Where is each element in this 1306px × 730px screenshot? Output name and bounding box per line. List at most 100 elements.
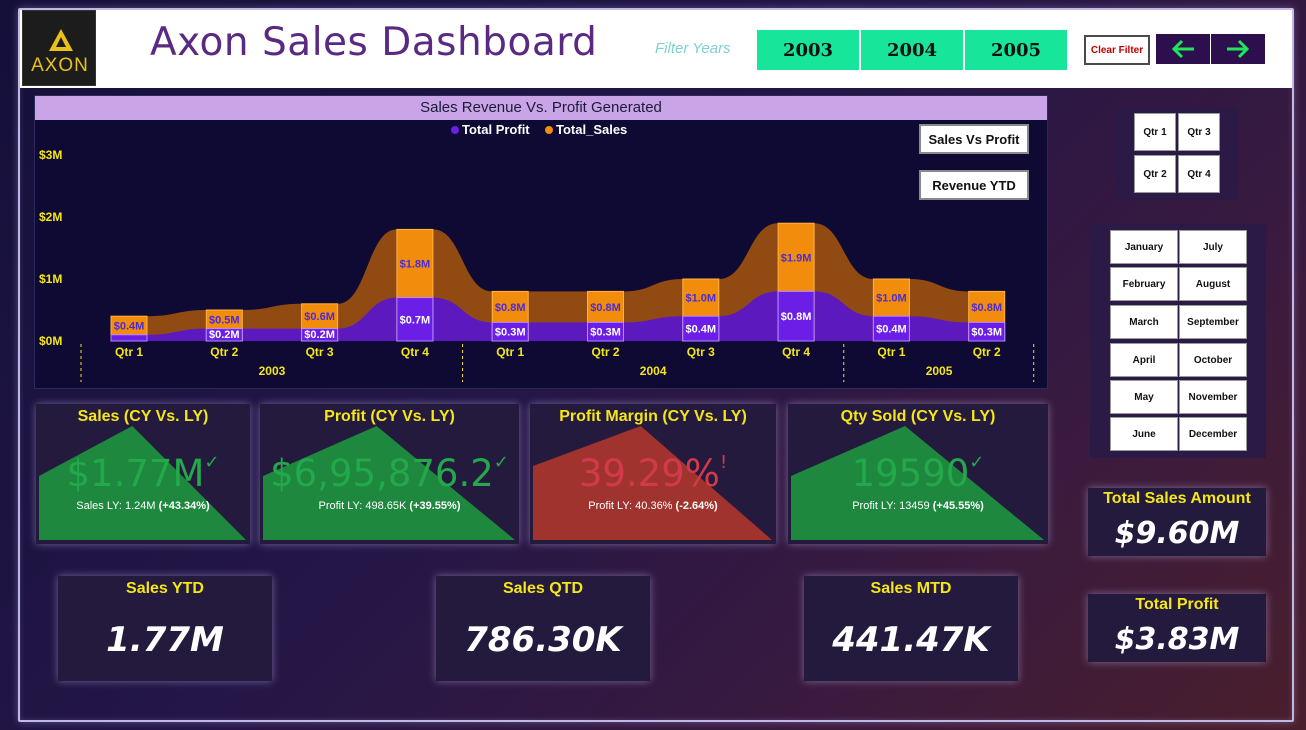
logo: AXON (22, 10, 96, 86)
filter-years-label: Filter Years (655, 40, 731, 57)
sales-data-label: $1.9M (781, 252, 812, 264)
month-slicer: January July February August March Septe… (1090, 224, 1266, 458)
sales-ytd-title: Sales YTD (126, 580, 204, 597)
x-tick-label: Qtr 3 (306, 345, 334, 359)
profit-data-label: $0.2M (209, 329, 240, 341)
legend-swatch-sales (545, 126, 553, 134)
profit-bar (110, 334, 148, 342)
kpi-value-text: $1.77M (66, 452, 205, 495)
sales-mtd-title: Sales MTD (870, 580, 952, 597)
sales-mtd-card: Sales MTD 441.47K (804, 576, 1018, 681)
arrow-right-icon (1227, 39, 1250, 59)
kpi-status-mark: ✓ (493, 452, 509, 473)
kpi-value: 19590✓ (788, 452, 1048, 495)
kpi-value: 39.29%! (530, 452, 776, 495)
total-sales-title: Total Sales Amount (1103, 490, 1251, 507)
sales-profit-chart: $0.4M Qtr 1 $0.5M $0.2M Qtr 2 $0.6M $0.2M Qtr 3… (39, 122, 1035, 382)
legend-swatch-profit (451, 126, 459, 134)
y-tick-label: $1M (39, 272, 62, 286)
kpi-comparison: Sales LY: 1.24M (+43.34%) (36, 500, 250, 512)
year-button-2003[interactable]: 2003 (757, 30, 859, 70)
x-group-label: 2005 (926, 364, 953, 378)
kpi-card: Qty Sold (CY Vs. LY) 19590✓ Profit LY: 1… (788, 404, 1048, 544)
total-profit-card: Total Profit $3.83M (1088, 594, 1266, 662)
sales-data-label: $1.8M (400, 259, 431, 271)
profit-data-label: $0.2M (304, 329, 335, 341)
nav-forward-button[interactable] (1211, 34, 1265, 64)
year-button-2005[interactable]: 2005 (965, 30, 1067, 70)
legend-label-profit: Total Profit (462, 122, 530, 137)
kpi-card: Sales (CY Vs. LY) $1.77M✓ Sales LY: 1.24… (36, 404, 250, 544)
sales-data-label: $0.8M (971, 302, 1002, 314)
month-button-april[interactable]: April (1110, 343, 1178, 377)
sales-qtd-value: 786.30K (464, 620, 622, 660)
x-tick-label: Qtr 2 (973, 345, 1001, 359)
kpi-value-text: 39.29% (578, 452, 720, 495)
x-tick-label: Qtr 2 (210, 345, 238, 359)
x-tick-label: Qtr 2 (591, 345, 619, 359)
sales-data-label: $1.0M (876, 293, 907, 305)
total-sales-value: $9.60M (1114, 516, 1240, 551)
kpi-value-text: $6,95,876.2 (270, 452, 494, 495)
profit-data-label: $0.3M (971, 327, 1002, 339)
month-button-july[interactable]: July (1179, 230, 1247, 264)
profit-data-label: $0.8M (781, 311, 812, 323)
sales-ytd-card: Sales YTD 1.77M (58, 576, 272, 681)
month-button-june[interactable]: June (1110, 417, 1178, 451)
y-tick-label: $0M (39, 334, 62, 348)
month-button-october[interactable]: October (1179, 343, 1247, 377)
kpi-status-mark: ✓ (204, 452, 220, 473)
kpi-comparison: Profit LY: 40.36% (-2.64%) (530, 500, 776, 512)
month-button-september[interactable]: September (1179, 305, 1247, 339)
x-tick-label: Qtr 4 (401, 345, 429, 359)
quarter-button-qtr1[interactable]: Qtr 1 (1134, 113, 1176, 151)
month-button-november[interactable]: November (1179, 380, 1247, 414)
kpi-comparison-prefix: Profit LY: 498.65K (318, 500, 407, 512)
profit-data-label: $0.3M (590, 327, 621, 339)
x-tick-label: Qtr 1 (496, 345, 524, 359)
kpi-value-text: 19590 (851, 452, 970, 495)
kpi-title: Profit (CY Vs. LY) (324, 408, 455, 425)
kpi-comparison-delta: (-2.64%) (675, 500, 718, 512)
arrow-left-icon (1171, 39, 1194, 59)
kpi-comparison-delta: (+43.34%) (158, 500, 210, 512)
kpi-comparison-delta: (+45.55%) (932, 500, 984, 512)
quarter-button-qtr4[interactable]: Qtr 4 (1178, 155, 1220, 193)
month-button-january[interactable]: January (1110, 230, 1178, 264)
kpi-title: Sales (CY Vs. LY) (77, 408, 209, 425)
month-button-december[interactable]: December (1179, 417, 1247, 451)
quarter-slicer: Qtr 1 Qtr 3 Qtr 2 Qtr 4 (1116, 108, 1238, 200)
kpi-card: Profit Margin (CY Vs. LY) 39.29%! Profit… (530, 404, 776, 544)
quarter-button-qtr3[interactable]: Qtr 3 (1178, 113, 1220, 151)
quarter-button-qtr2[interactable]: Qtr 2 (1134, 155, 1176, 193)
clear-filter-button[interactable]: Clear Filter (1084, 35, 1150, 65)
kpi-title: Qty Sold (CY Vs. LY) (840, 408, 996, 425)
sales-data-label: $0.5M (209, 314, 240, 326)
sales-mtd-value: 441.47K (832, 620, 990, 660)
x-group-label: 2003 (259, 364, 286, 378)
month-button-march[interactable]: March (1110, 305, 1178, 339)
kpi-value: $1.77M✓ (36, 452, 250, 495)
kpi-status-mark: ✓ (969, 452, 985, 473)
revenue-ytd-button[interactable]: Revenue YTD (919, 170, 1029, 200)
year-button-2004[interactable]: 2004 (861, 30, 963, 70)
sales-ytd-value: 1.77M (106, 620, 224, 660)
month-button-may[interactable]: May (1110, 380, 1178, 414)
sales-data-label: $1.0M (686, 293, 717, 305)
sales-qtd-title: Sales QTD (502, 580, 584, 597)
nav-back-button[interactable] (1156, 34, 1210, 64)
logo-text: AXON (31, 55, 89, 76)
profit-data-label: $0.4M (876, 324, 907, 336)
sales-data-label: $0.4M (114, 321, 145, 333)
sales-data-label: $0.8M (495, 302, 526, 314)
total-profit-value: $3.83M (1114, 622, 1240, 657)
sales-qtd-card: Sales QTD 786.30K (436, 576, 650, 681)
kpi-comparison-prefix: Profit LY: 40.36% (588, 500, 673, 512)
month-button-august[interactable]: August (1179, 267, 1247, 301)
kpi-title: Profit Margin (CY Vs. LY) (559, 408, 747, 425)
total-profit-title: Total Profit (1135, 596, 1219, 613)
month-button-february[interactable]: February (1110, 267, 1178, 301)
sales-vs-profit-button[interactable]: Sales Vs Profit (919, 124, 1029, 154)
total-sales-card: Total Sales Amount $9.60M (1088, 488, 1266, 556)
kpi-card: Profit (CY Vs. LY) $6,95,876.2✓ Profit L… (260, 404, 519, 544)
